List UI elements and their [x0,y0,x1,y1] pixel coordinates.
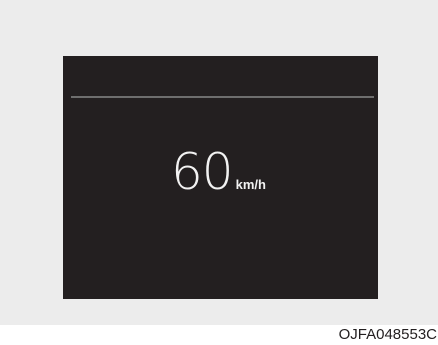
illustration-frame: 60 km/h [0,0,438,325]
speed-value: 60 [171,143,234,201]
speed-readout: 60 km/h [171,147,266,197]
figure-code: OJFA048553C [338,326,437,343]
cluster-display: 60 km/h [63,56,378,299]
display-divider [71,96,374,98]
speed-unit: km/h [235,177,266,192]
